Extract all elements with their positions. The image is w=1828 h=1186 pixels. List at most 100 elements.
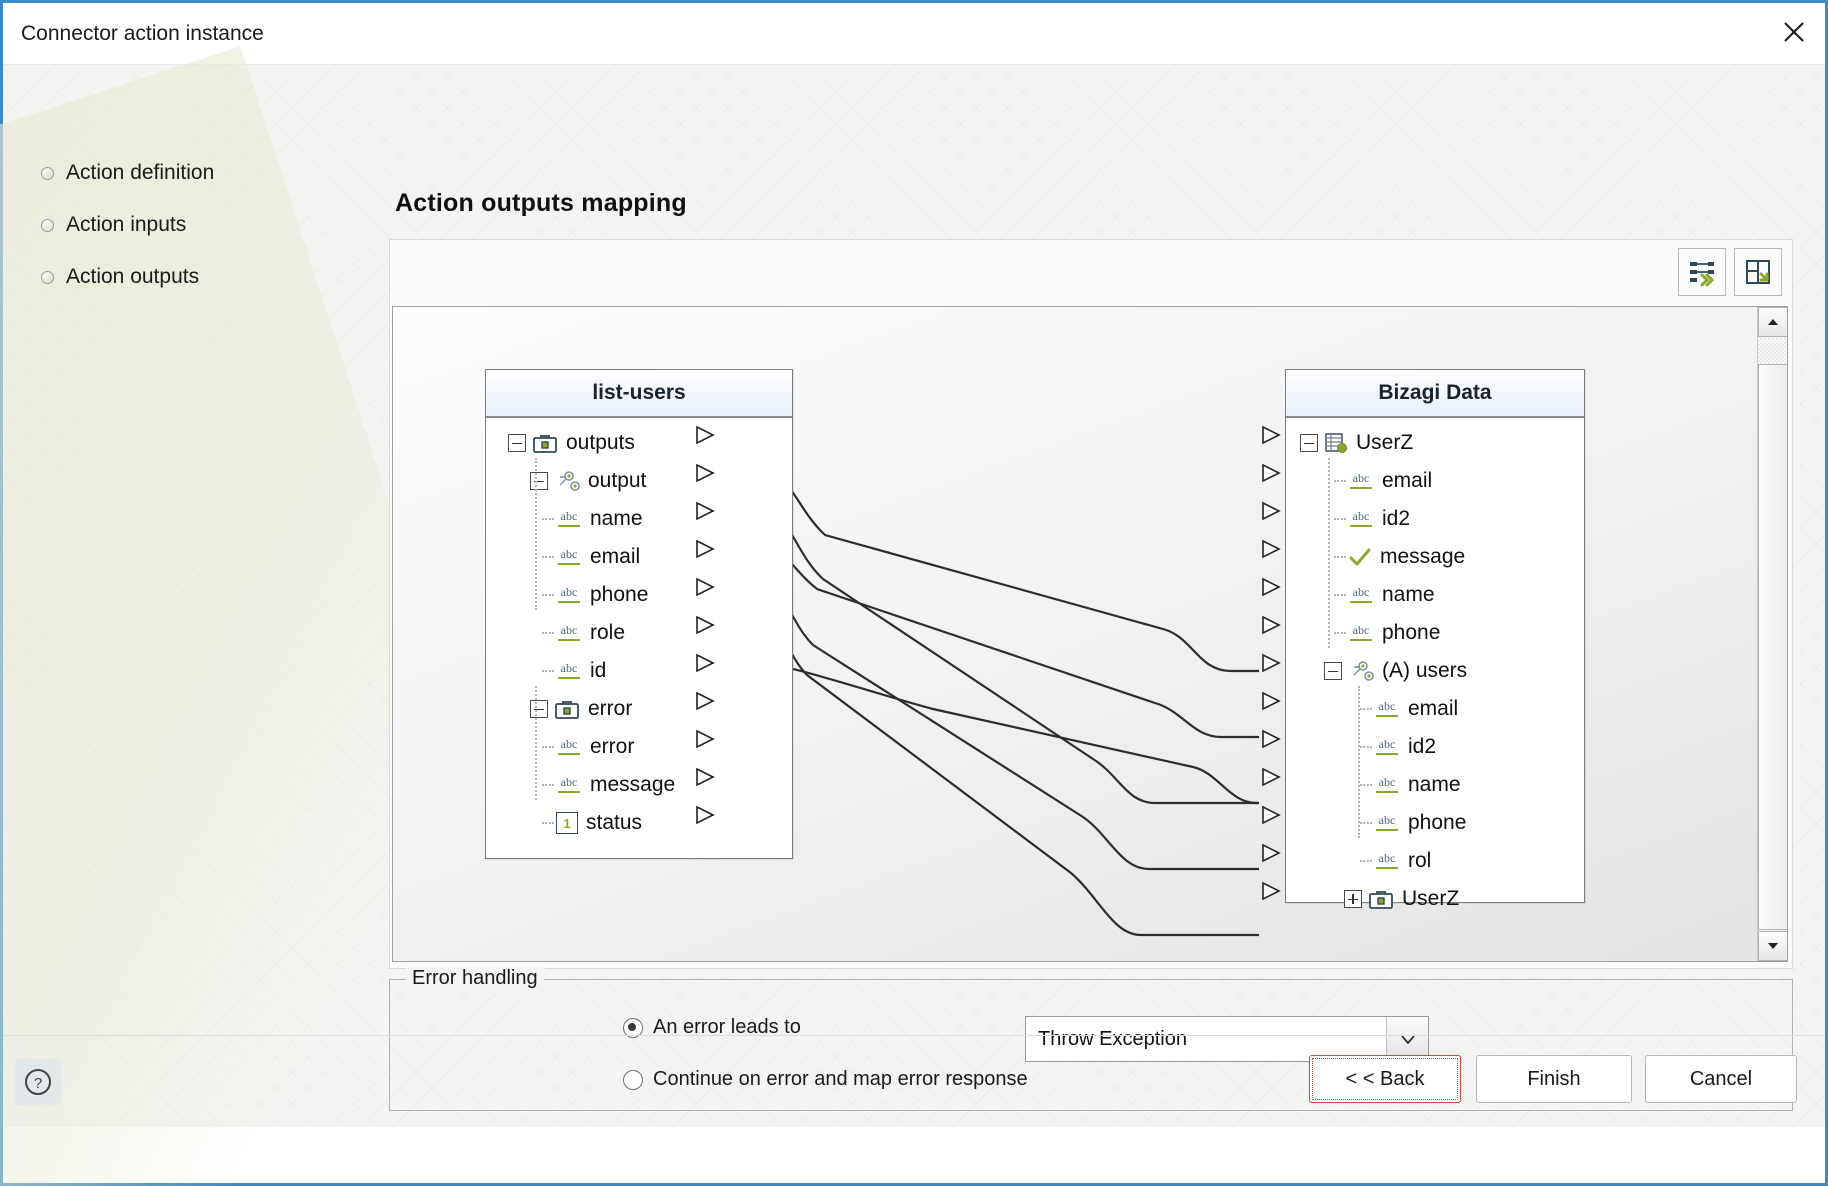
close-icon[interactable] xyxy=(1763,3,1825,61)
tree-node-label: email xyxy=(1408,697,1459,720)
tree-node-label: phone xyxy=(590,583,649,606)
expander-minus-icon[interactable] xyxy=(530,472,548,490)
tree-node-outputs[interactable]: outputs xyxy=(486,424,792,462)
expander-minus-icon[interactable] xyxy=(1324,662,1342,680)
mapping-panel: list-users outputs output abc name abc e… xyxy=(389,239,1793,969)
tree-node-users-name[interactable]: abc name xyxy=(1286,766,1584,804)
tree-guide xyxy=(542,632,554,634)
save-layout-icon xyxy=(1746,260,1770,284)
tree-node-label: message xyxy=(1380,545,1466,568)
tree-guide xyxy=(542,746,554,748)
tree-node-label: id2 xyxy=(1382,507,1411,530)
scroll-track[interactable] xyxy=(1758,338,1787,364)
tree-guide xyxy=(542,594,554,596)
tree-node-output[interactable]: output xyxy=(486,462,792,500)
abc-icon: abc xyxy=(1348,585,1374,605)
source-connector-arrows[interactable] xyxy=(693,403,719,843)
abc-icon: abc xyxy=(556,547,582,567)
tree-guide xyxy=(1360,860,1372,862)
tree-node-users-phone[interactable]: abc phone xyxy=(1286,804,1584,842)
abc-icon: abc xyxy=(1374,737,1400,757)
tree-node-id[interactable]: abc id xyxy=(486,652,792,690)
tree-node-id2[interactable]: abc id2 xyxy=(1286,500,1584,538)
tree-node-status[interactable]: 1 status xyxy=(486,804,792,842)
auto-map-button[interactable] xyxy=(1678,248,1726,296)
check-icon xyxy=(1348,547,1372,567)
tree-node-users-email[interactable]: abc email xyxy=(1286,690,1584,728)
tree-node-email[interactable]: abc email xyxy=(1286,462,1584,500)
abc-icon: abc xyxy=(1374,699,1400,719)
tree-node-role[interactable]: abc role xyxy=(486,614,792,652)
tree-node-users-rol[interactable]: abc rol xyxy=(1286,842,1584,880)
window-title: Connector action instance xyxy=(21,22,264,45)
scroll-up-button[interactable] xyxy=(1758,307,1787,337)
tree-node-label: status xyxy=(586,811,643,834)
abc-icon: abc xyxy=(556,661,582,681)
target-connector-arrows[interactable] xyxy=(1259,403,1285,923)
object-node-icon xyxy=(1348,660,1374,682)
tree-node-label: name xyxy=(590,507,643,530)
finish-button[interactable]: Finish xyxy=(1476,1055,1632,1103)
scroll-thumb[interactable] xyxy=(1758,364,1787,930)
abc-icon: abc xyxy=(556,585,582,605)
tree-node-users-id2[interactable]: abc id2 xyxy=(1286,728,1584,766)
target-tree: Bizagi Data UserZ abc email abc id2 mess… xyxy=(1285,369,1585,910)
tree-node-label: phone xyxy=(1408,811,1467,834)
help-icon[interactable]: ? xyxy=(15,1059,61,1105)
tree-node-name[interactable]: abc name xyxy=(1286,576,1584,614)
mapping-toolbar xyxy=(1678,248,1782,296)
cancel-button[interactable]: Cancel xyxy=(1645,1055,1797,1103)
sidebar-item-action-definition[interactable]: Action definition xyxy=(41,147,341,199)
tree-guide xyxy=(1360,746,1372,748)
tree-node-label: id2 xyxy=(1408,735,1437,758)
tree-node-label: name xyxy=(1382,583,1435,606)
abc-icon: abc xyxy=(556,509,582,529)
tree-node-label: email xyxy=(1382,469,1433,492)
sidebar-item-label: Action inputs xyxy=(66,213,187,236)
tree-node-phone[interactable]: abc phone xyxy=(486,576,792,614)
tree-node-label: message xyxy=(590,773,676,796)
tree-node-message[interactable]: abc message xyxy=(486,766,792,804)
tree-node-userz-entity[interactable]: UserZ xyxy=(1286,424,1584,462)
tree-guide xyxy=(542,670,554,672)
tree-node-email[interactable]: abc email xyxy=(486,538,792,576)
number-icon: 1 xyxy=(556,812,578,834)
abc-icon: abc xyxy=(1348,509,1374,529)
sidebar-item-label: Action definition xyxy=(66,161,215,184)
sidebar-item-action-outputs[interactable]: Action outputs xyxy=(41,251,341,303)
scroll-down-button[interactable] xyxy=(1758,931,1787,961)
error-handling-legend: Error handling xyxy=(406,967,544,990)
expander-minus-icon[interactable] xyxy=(508,434,526,452)
expander-plus-icon[interactable] xyxy=(1344,890,1362,908)
sidebar-item-action-inputs[interactable]: Action inputs xyxy=(41,199,341,251)
tree-node-message[interactable]: message xyxy=(1286,538,1584,576)
tree-node-name[interactable]: abc name xyxy=(486,500,792,538)
vertical-scrollbar[interactable] xyxy=(1757,307,1787,961)
save-layout-button[interactable] xyxy=(1734,248,1782,296)
tree-node-label: outputs xyxy=(566,431,635,454)
target-tree-title: Bizagi Data xyxy=(1286,370,1584,418)
tree-guide xyxy=(1360,822,1372,824)
tree-guide xyxy=(1360,784,1372,786)
tree-guide xyxy=(542,822,554,824)
auto-map-icon xyxy=(1690,262,1715,287)
back-button[interactable]: < < Back xyxy=(1309,1055,1461,1103)
expander-minus-icon[interactable] xyxy=(1300,434,1318,452)
tree-node-phone[interactable]: abc phone xyxy=(1286,614,1584,652)
tree-node-label: role xyxy=(590,621,626,644)
abc-icon: abc xyxy=(1374,813,1400,833)
tree-node-label: rol xyxy=(1408,849,1432,872)
tree-node-error[interactable]: abc error xyxy=(486,728,792,766)
tree-node-userz-collection[interactable]: UserZ xyxy=(1286,880,1584,918)
tree-node-label: phone xyxy=(1382,621,1441,644)
tree-guide xyxy=(1334,556,1346,558)
tree-guide xyxy=(1334,594,1346,596)
title-bar: Connector action instance xyxy=(3,3,1825,65)
step-bullet-icon xyxy=(41,166,54,180)
expander-minus-icon[interactable] xyxy=(530,700,548,718)
abc-icon: abc xyxy=(1374,775,1400,795)
source-tree-title: list-users xyxy=(486,370,792,418)
tree-node-error-group[interactable]: error xyxy=(486,690,792,728)
tree-node-a-users[interactable]: (A) users xyxy=(1286,652,1584,690)
tree-guide xyxy=(1328,458,1330,648)
